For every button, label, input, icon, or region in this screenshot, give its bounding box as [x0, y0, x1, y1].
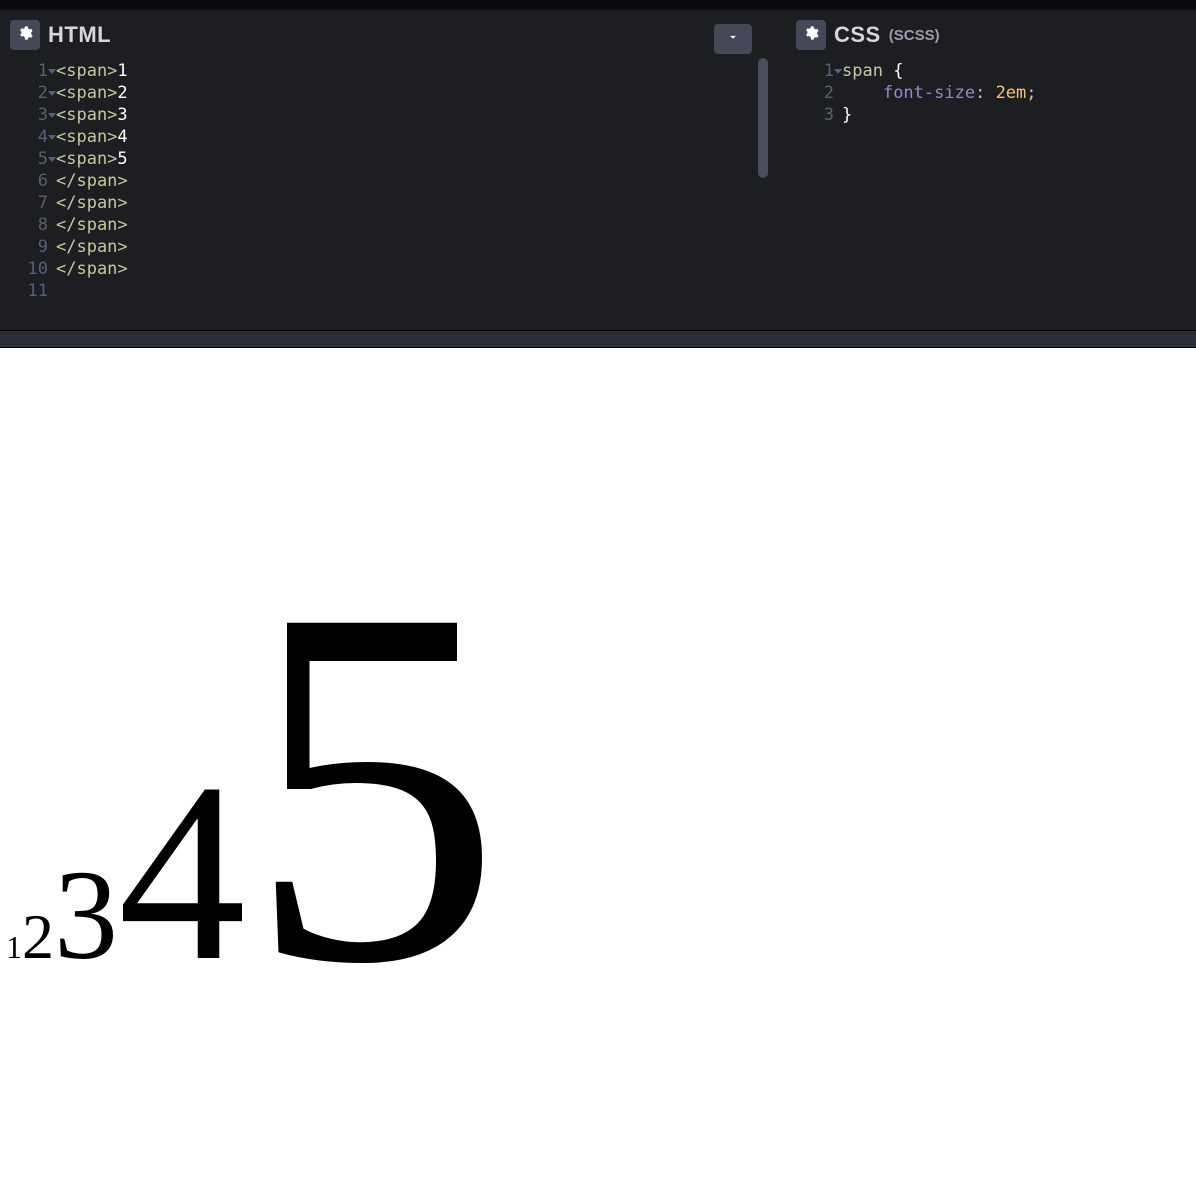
html-editor[interactable]: 1234567891011 <span>1<span>2<span>3<span… — [0, 58, 770, 330]
panel-html-title: HTML — [48, 22, 111, 48]
css-editor[interactable]: 123 span { font-size: 2em;} — [786, 58, 1196, 330]
output-digit-1: 1 — [6, 929, 22, 965]
output-span-4: 45 — [118, 731, 502, 1014]
html-code[interactable]: <span>1<span>2<span>3<span>4<span>5</spa… — [56, 60, 770, 330]
chevron-down-icon — [726, 30, 740, 49]
editor-panels: HTML 1234567891011 <span>1<span>2<span>3… — [0, 10, 1196, 330]
gear-icon — [803, 25, 819, 46]
panel-html: HTML 1234567891011 <span>1<span>2<span>3… — [0, 16, 770, 330]
output-span-1: 12345 — [6, 929, 502, 965]
output-content: 12345 — [6, 491, 502, 1080]
output-span-5: 5 — [246, 502, 502, 1069]
css-settings-button[interactable] — [796, 20, 826, 50]
panel-css-subtitle: (SCSS) — [889, 27, 940, 44]
css-gutter: 123 — [786, 60, 842, 330]
output-digit-5: 5 — [246, 502, 502, 1069]
gear-icon — [17, 25, 33, 46]
panel-resizer[interactable] — [0, 330, 1196, 348]
panel-css-title: CSS — [834, 22, 881, 48]
scrollbar-thumb[interactable] — [758, 58, 768, 178]
css-code[interactable]: span { font-size: 2em;} — [842, 60, 1196, 330]
window-top-strip — [0, 0, 1196, 10]
panel-css-header: CSS (SCSS) — [786, 16, 1196, 58]
html-gutter: 1234567891011 — [0, 60, 56, 330]
output-preview: 12345 — [0, 348, 1196, 1200]
output-digit-4: 4 — [118, 731, 246, 1014]
html-panel-menu-button[interactable] — [714, 24, 752, 54]
panel-css: CSS (SCSS) 123 span { font-size: 2em;} — [786, 16, 1196, 330]
panel-html-header: HTML — [0, 16, 770, 58]
output-digit-3: 3 — [54, 844, 118, 986]
html-settings-button[interactable] — [10, 20, 40, 50]
output-span-3: 345 — [54, 844, 502, 986]
output-span-2: 2345 — [22, 901, 502, 972]
output-digit-2: 2 — [22, 901, 54, 972]
